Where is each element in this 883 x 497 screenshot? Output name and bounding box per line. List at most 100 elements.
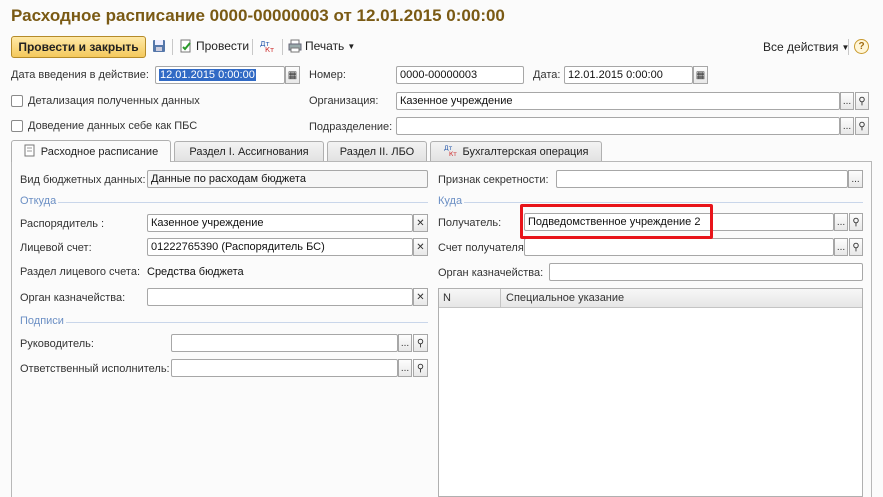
help-button[interactable]: ? — [854, 39, 869, 54]
detail-checkbox-label: Детализация полученных данных — [28, 95, 200, 107]
recipient-account-field[interactable] — [524, 238, 834, 256]
signatures-section-title: Подписи — [20, 315, 64, 327]
organization-open-button[interactable]: ⚲ — [855, 92, 869, 110]
tab-appropriations[interactable]: Раздел I. Ассигнования — [174, 141, 324, 161]
executor-open-button[interactable]: ⚲ — [413, 359, 428, 377]
post-document-icon — [179, 39, 193, 53]
effective-date-field[interactable]: 12.01.2015 0:00:00 — [155, 66, 285, 84]
tab-accounting-operation-label: Бухгалтерская операция — [462, 145, 589, 158]
magnifier-icon: ⚲ — [852, 216, 860, 228]
special-instructions-table[interactable]: N Специальное указание — [438, 288, 863, 497]
treasury-right-field[interactable] — [549, 263, 863, 281]
magnifier-icon: ⚲ — [416, 362, 425, 374]
detail-checkbox[interactable] — [11, 95, 23, 107]
toolbar-separator — [282, 39, 283, 55]
recipient-open-button[interactable]: ⚲ — [849, 213, 863, 231]
account-clear-button[interactable]: ✕ — [413, 238, 428, 256]
date-field[interactable]: 12.01.2015 0:00:00 — [564, 66, 693, 84]
secrecy-field[interactable] — [556, 170, 848, 188]
clear-icon: ✕ — [416, 217, 425, 229]
treasury-left-field[interactable] — [147, 288, 413, 306]
tab-accounting-operation[interactable]: Дт Кт Бухгалтерская операция — [430, 141, 602, 161]
subdivision-field[interactable] — [396, 117, 840, 135]
all-actions-menu[interactable]: Все действия ▼ — [763, 40, 849, 54]
debit-credit-icon: Дт Кт — [259, 39, 274, 54]
svg-text:Кт: Кт — [449, 151, 457, 157]
clear-icon: ✕ — [416, 291, 425, 303]
head-open-button[interactable]: ⚲ — [413, 334, 428, 352]
magnifier-icon: ⚲ — [858, 95, 866, 107]
post-and-close-button[interactable]: Провести и закрыть — [11, 36, 146, 58]
treasury-left-label: Орган казначейства: — [20, 292, 126, 304]
organization-select-button[interactable]: ... — [840, 92, 854, 110]
ellipsis-icon: ... — [851, 173, 860, 185]
subdivision-select-button[interactable]: ... — [840, 117, 854, 135]
number-label: Номер: — [309, 69, 346, 81]
tab-lbo-label: Раздел II. ЛБО — [339, 145, 415, 158]
organization-label: Организация: — [309, 95, 379, 107]
page-title: Расходное расписание 0000-00000003 от 12… — [11, 6, 505, 25]
ellipsis-icon: ... — [842, 120, 852, 132]
tab-expense-schedule[interactable]: Расходное расписание — [11, 140, 171, 162]
post-button[interactable]: Провести — [179, 39, 249, 53]
account-section-label: Раздел лицевого счета: — [20, 266, 141, 278]
effective-date-label: Дата введения в действие: — [11, 69, 149, 81]
print-button-label: Печать — [305, 39, 345, 53]
head-label: Руководитель: — [20, 338, 94, 350]
executor-label: Ответственный исполнитель: — [20, 363, 170, 375]
recipient-highlight-box — [520, 204, 713, 239]
magnifier-icon: ⚲ — [416, 337, 425, 349]
debit-credit-icon: Дт Кт — [444, 144, 458, 160]
treasury-left-clear-button[interactable]: ✕ — [413, 288, 428, 306]
section-divider — [58, 202, 428, 203]
document-icon — [24, 144, 36, 160]
save-button[interactable] — [152, 39, 166, 56]
manager-field[interactable]: Казенное учреждение — [147, 214, 413, 232]
pbs-checkbox-label: Доведение данных себе как ПБС — [28, 120, 198, 132]
pbs-checkbox[interactable] — [11, 120, 23, 132]
recipient-select-button[interactable]: ... — [834, 213, 848, 231]
tab-expense-schedule-label: Расходное расписание — [40, 145, 159, 158]
secrecy-label: Признак секретности: — [438, 174, 549, 186]
account-label: Лицевой счет: — [20, 242, 92, 254]
table-header: N Специальное указание — [439, 289, 862, 308]
section-divider — [66, 322, 428, 323]
organization-field[interactable]: Казенное учреждение — [396, 92, 840, 110]
column-header-note[interactable]: Специальное указание — [501, 292, 624, 304]
calendar-button[interactable]: ▦ — [693, 66, 708, 84]
toolbar-separator — [252, 39, 253, 55]
print-button[interactable]: Печать ▼ — [288, 39, 355, 53]
from-section-title: Откуда — [20, 195, 57, 207]
secrecy-select-button[interactable]: ... — [848, 170, 863, 188]
accounting-entries-button[interactable]: Дт Кт — [259, 39, 274, 56]
ellipsis-icon: ... — [842, 95, 852, 107]
treasury-right-label: Орган казначейства: — [438, 267, 544, 279]
column-header-n[interactable]: N — [439, 289, 501, 307]
executor-select-button[interactable]: ... — [398, 359, 412, 377]
tab-lbo[interactable]: Раздел II. ЛБО — [327, 141, 427, 161]
toolbar-separator — [848, 39, 849, 55]
account-section-value: Средства бюджета — [147, 266, 244, 278]
budget-data-field[interactable]: Данные по расходам бюджета — [147, 170, 428, 188]
calendar-icon: ▦ — [287, 69, 298, 81]
clear-icon: ✕ — [416, 241, 425, 253]
recipient-account-select-button[interactable]: ... — [834, 238, 848, 256]
head-select-button[interactable]: ... — [398, 334, 412, 352]
number-field[interactable]: 0000-00000003 — [396, 66, 524, 84]
budget-data-label: Вид бюджетных данных: — [20, 174, 146, 186]
calendar-button[interactable]: ▦ — [285, 66, 300, 84]
ellipsis-icon: ... — [400, 337, 410, 349]
subdivision-open-button[interactable]: ⚲ — [855, 117, 869, 135]
head-field[interactable] — [171, 334, 398, 352]
manager-clear-button[interactable]: ✕ — [413, 214, 428, 232]
post-button-label: Провести — [196, 39, 250, 53]
recipient-account-open-button[interactable]: ⚲ — [849, 238, 863, 256]
toolbar-separator — [172, 39, 173, 55]
manager-label: Распорядитель : — [20, 218, 105, 230]
ellipsis-icon: ... — [836, 216, 846, 228]
account-field[interactable]: 01222765390 (Распорядитель БС) — [147, 238, 413, 256]
executor-field[interactable] — [171, 359, 398, 377]
subdivision-label: Подразделение: — [309, 121, 393, 133]
help-icon: ? — [858, 41, 865, 52]
to-section-title: Куда — [438, 195, 463, 207]
